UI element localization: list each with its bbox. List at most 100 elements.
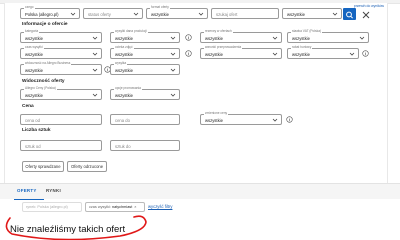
- search-input-placeholder: szukaj ofert: [216, 11, 238, 17]
- filter-conditions[interactable]: warunki przeprowadzenia wszystkie: [200, 45, 282, 59]
- chevron-down-icon: [349, 51, 355, 57]
- chevron-down-icon: [92, 35, 98, 41]
- filter-chip-value: natychmiast: [112, 205, 133, 209]
- chevron-down-icon: [272, 35, 278, 41]
- format-select-label: format oferty: [150, 5, 170, 9]
- filter-wholesale-discount[interactable]: rabat hurtowy wszystkie: [287, 45, 359, 59]
- search-input[interactable]: szukaj ofert: [211, 8, 279, 19]
- price-title: Cena: [22, 104, 34, 109]
- filter-promotion[interactable]: opcje promowania wszystkie: [110, 86, 180, 100]
- filter-label: wysyłki dana produkcji: [114, 29, 148, 33]
- info-icon[interactable]: [185, 34, 192, 41]
- chevron-down-icon: [133, 11, 139, 17]
- status-select[interactable]: status oferty: [83, 8, 143, 19]
- category-select-value: Polska (allegro.pl): [25, 11, 59, 17]
- filter-photos[interactable]: ocieka zdjęć wszystkie: [110, 45, 180, 59]
- filter-value: wszystkie: [25, 67, 43, 73]
- chevron-down-icon: [198, 11, 204, 17]
- filter-label: rabat hurtowy: [291, 45, 313, 49]
- tab-markets[interactable]: RYNKI: [46, 188, 61, 194]
- filter-reservations[interactable]: rezerwy w ofertach wszystkie: [200, 29, 282, 43]
- chevron-down-icon: [92, 92, 98, 98]
- filter-allegro-prices[interactable]: Allegro Ceny (Polska) wszystkie: [20, 86, 102, 100]
- close-icon[interactable]: ×: [134, 203, 136, 211]
- filter-value: wszystkie: [292, 35, 310, 41]
- filter-value: wszystkie: [205, 51, 223, 57]
- filter-label: zmienione ceny: [204, 111, 229, 115]
- format-select-value: wszystkie: [151, 11, 169, 17]
- info-icon[interactable]: [286, 116, 293, 123]
- filter-chip-label: czas wysyłki:: [89, 205, 112, 209]
- filter-chip-shipping[interactable]: czas wysyłki: natychmiast ×: [85, 202, 145, 212]
- price-from-input[interactable]: cena od: [20, 114, 102, 125]
- filter-label: widoczność na Allegro Business: [24, 61, 72, 65]
- filter-label: ocieka zdjęć: [114, 45, 134, 49]
- clear-filters-link[interactable]: wyczyść filtry: [148, 204, 172, 210]
- filter-allegro-business[interactable]: widoczność na Allegro Business wszystkie: [20, 61, 102, 75]
- filter-label: kategoria: [24, 29, 40, 33]
- search-scope-value: wszystkie: [287, 11, 305, 17]
- chevron-down-icon: [170, 92, 176, 98]
- filter-value: wszystkie: [115, 51, 133, 57]
- checked-offers-button[interactable]: Oferty sprawdzane: [22, 161, 64, 172]
- active-tab-indicator: [14, 199, 44, 201]
- filter-chip-label: rynek: Polska (allegro.pl): [26, 205, 68, 209]
- price-from-placeholder: cena od: [25, 117, 40, 123]
- search-button[interactable]: [343, 8, 356, 20]
- quantity-title: Liczba sztuk: [22, 128, 51, 133]
- filter-vat[interactable]: stawka VAT (Polska) wszystkie: [287, 29, 369, 43]
- filter-label: opcje promowania: [114, 86, 142, 90]
- filter-label: Allegro Ceny (Polska): [24, 86, 57, 90]
- price-to-placeholder: cena do: [115, 117, 130, 123]
- filter-label: wysyłka: [114, 61, 128, 65]
- format-select[interactable]: format oferty wszystkie: [146, 5, 208, 19]
- chevron-down-icon: [170, 51, 176, 57]
- filter-label: rezerwy w ofertach: [204, 29, 233, 33]
- quantity-from-input[interactable]: sztuk od: [20, 140, 102, 151]
- filter-value: wszystkie: [205, 117, 223, 123]
- chevron-down-icon: [92, 67, 98, 73]
- empty-results-message: Nie znaleźliśmy takich ofert: [10, 224, 126, 235]
- filter-shipping-time[interactable]: czas wysyłki wszystkie: [20, 45, 102, 59]
- filter-product-shipping[interactable]: wysyłki dana produkcji wszystkie: [110, 29, 180, 43]
- chevron-down-icon: [332, 11, 338, 17]
- search-icon: [346, 11, 353, 19]
- chevron-down-icon: [170, 67, 176, 73]
- quantity-to-placeholder: sztuk do: [115, 143, 131, 149]
- filter-value: wszystkie: [25, 92, 43, 98]
- rejected-offers-button[interactable]: Oferty odrzucone: [67, 161, 107, 172]
- search-scope-select[interactable]: wszystkie: [282, 8, 342, 19]
- filter-category[interactable]: kategoria wszystkie: [20, 29, 102, 43]
- filter-value: wszystkie: [115, 92, 133, 98]
- chevron-down-icon: [70, 11, 76, 17]
- filter-label: czas wysyłki: [24, 45, 44, 49]
- status-select-value: status oferty: [88, 11, 111, 17]
- chevron-down-icon: [272, 51, 278, 57]
- filter-label: warunki przeprowadzenia: [204, 45, 243, 49]
- quantity-from-placeholder: sztuk od: [25, 143, 41, 149]
- price-to-input[interactable]: cena do: [110, 114, 180, 125]
- quantity-to-input[interactable]: sztuk do: [110, 140, 180, 151]
- chevron-down-icon: [92, 51, 98, 57]
- filter-value: wszystkie: [205, 35, 223, 41]
- filter-delivery[interactable]: wysyłka wszystkie: [110, 61, 180, 75]
- close-icon[interactable]: [360, 8, 372, 20]
- tab-offers[interactable]: OFERTY: [17, 188, 37, 194]
- chevron-down-icon: [272, 117, 278, 123]
- filter-label: stawka VAT (Polska): [291, 29, 323, 33]
- filter-value: wszystkie: [115, 67, 133, 73]
- filter-value: wszystkie: [25, 51, 43, 57]
- filter-chip-market: rynek: Polska (allegro.pl): [22, 202, 82, 212]
- category-select[interactable]: czego Polska (allegro.pl): [20, 5, 80, 19]
- info-icon[interactable]: [185, 50, 192, 57]
- offer-info-title: Informacje o ofercie: [22, 22, 68, 27]
- visibility-title: Widoczność oferty: [22, 79, 65, 84]
- chevron-down-icon: [359, 35, 365, 41]
- results-tabs: OFERTY RYNKI: [0, 183, 400, 201]
- filter-value: wszystkie: [115, 35, 133, 41]
- category-select-label: czego: [24, 5, 35, 9]
- filter-value: wszystkie: [25, 35, 43, 41]
- info-icon[interactable]: [362, 50, 369, 57]
- chevron-down-icon: [170, 35, 176, 41]
- filter-price-change[interactable]: zmienione ceny wszystkie: [200, 111, 282, 125]
